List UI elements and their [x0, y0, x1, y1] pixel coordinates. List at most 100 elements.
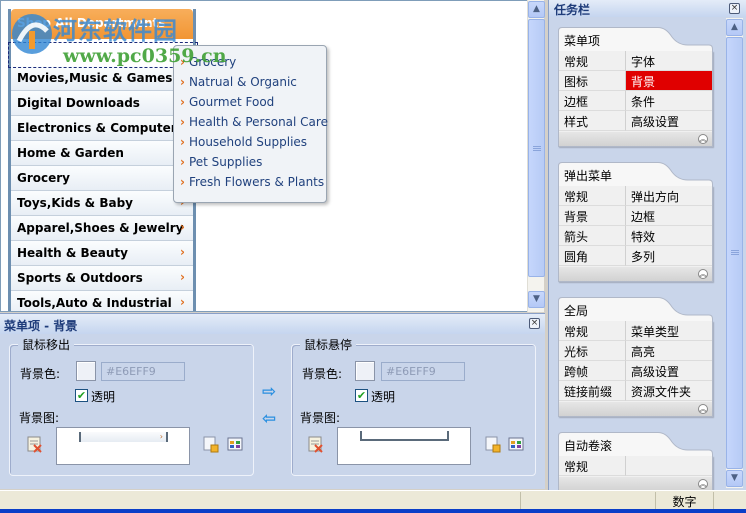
menu-item[interactable]: Tools,Auto & Industrial › — [11, 291, 193, 311]
popup-item[interactable]: › Pet Supplies — [180, 155, 262, 175]
open-image-icon[interactable] — [202, 435, 220, 453]
task-card-item[interactable]: 链接前缀 — [559, 381, 626, 401]
task-card-item[interactable]: 箭头 — [559, 226, 626, 246]
collapse-icon[interactable]: ︽ — [698, 134, 708, 144]
collapse-icon[interactable]: ︽ — [698, 269, 708, 279]
color-swatch-button[interactable] — [76, 361, 96, 381]
task-card-item[interactable]: 背景 — [626, 71, 712, 91]
task-card-item[interactable]: 边框 — [559, 91, 626, 111]
menu-item[interactable]: Sports & Outdoors › — [11, 266, 193, 291]
task-card-item[interactable]: 特效 — [626, 226, 712, 246]
popup-item[interactable]: › Health & Personal Care — [180, 115, 328, 135]
menu-item[interactable]: Digital Downloads › — [11, 91, 193, 116]
task-card-item[interactable]: 常规 — [559, 321, 626, 341]
task-card-item[interactable]: 高亮 — [626, 341, 712, 361]
menu-item[interactable]: Apparel,Shoes & Jewelry › — [11, 216, 193, 241]
chevron-right-icon: › — [180, 270, 185, 284]
hex-color-field[interactable]: #E6EFF9 — [381, 362, 465, 381]
status-pane — [520, 492, 655, 509]
menu-item[interactable]: Grocery › — [11, 166, 193, 191]
collapse-icon[interactable]: ︽ — [698, 479, 708, 489]
task-card-footer: ︽ — [559, 267, 712, 281]
task-card-item[interactable]: 背景 — [559, 206, 626, 226]
task-card-title[interactable]: 菜单项 — [564, 32, 600, 49]
bg-image-preview: › — [56, 427, 190, 465]
menu-item[interactable]: Toys,Kids & Baby› — [11, 191, 193, 216]
popup-item-label: Health & Personal Care — [188, 115, 328, 129]
bg-image-label: 背景图: — [300, 411, 341, 425]
hex-color-field[interactable]: #E6EFF9 — [101, 362, 185, 381]
chevron-right-icon: › — [180, 175, 185, 189]
task-pane-scrollbar[interactable]: ▲ ▼ — [726, 18, 743, 488]
task-card-item[interactable]: 条件 — [626, 91, 712, 111]
color-swatch-button[interactable] — [355, 361, 375, 381]
task-card-item[interactable]: 常规 — [559, 456, 626, 476]
menu-item[interactable]: Movies,Music & Games — [11, 66, 193, 91]
image-library-icon[interactable] — [507, 434, 525, 452]
popup-item[interactable]: › Natrual & Organic — [180, 75, 297, 95]
popup-item[interactable]: › Gourmet Food — [180, 95, 274, 115]
scroll-up-button[interactable]: ▲ — [528, 1, 545, 18]
task-card-title[interactable]: 全局 — [564, 302, 588, 319]
task-card-item[interactable]: 多列 — [626, 246, 712, 266]
open-image-icon[interactable] — [484, 435, 502, 453]
task-card-item[interactable]: 高级设置 — [626, 361, 712, 381]
scroll-up-button[interactable]: ▲ — [726, 19, 743, 36]
bg-color-label: 背景色: — [302, 367, 343, 381]
scroll-down-button[interactable]: ▼ — [726, 470, 743, 487]
scroll-thumb[interactable] — [726, 37, 743, 469]
watermark-title: 河东软件园 — [53, 17, 178, 45]
menu-item-label: Toys,Kids & Baby — [17, 196, 133, 210]
task-card-item[interactable]: 边框 — [626, 206, 712, 226]
task-pane-title: 任务栏 — [549, 0, 746, 17]
task-card-item[interactable]: 弹出方向 — [626, 186, 712, 206]
popup-item-label: Gourmet Food — [188, 95, 275, 109]
transparent-checkbox[interactable]: ✔ — [355, 389, 368, 402]
group-legend: 鼠标移出 — [18, 336, 75, 353]
task-card-item[interactable]: 常规 — [559, 51, 626, 71]
task-card-item[interactable]: 资源文件夹 — [626, 381, 712, 401]
task-card-item[interactable]: 光标 — [559, 341, 626, 361]
close-icon[interactable]: × — [729, 3, 740, 14]
menu-item-label: Grocery — [17, 171, 71, 185]
task-card-item[interactable]: 图标 — [559, 71, 626, 91]
task-card-item[interactable]: 样式 — [559, 111, 626, 131]
properties-panel: 菜单项 - 背景 × 鼠标移出 背景色: #E6EFF9 ✔ 透明 背景图: ›… — [0, 313, 545, 489]
transparent-checkbox[interactable]: ✔ — [75, 389, 88, 402]
collapse-icon[interactable]: ︽ — [698, 404, 708, 414]
clear-image-icon[interactable] — [26, 435, 44, 453]
clear-image-icon[interactable] — [307, 435, 325, 453]
task-card-item[interactable]: 菜单类型 — [626, 321, 712, 341]
properties-title: 菜单项 - 背景 — [0, 314, 545, 334]
chevron-right-icon: › — [180, 220, 185, 234]
copy-to-out-arrow-icon[interactable]: ⇦ — [262, 409, 276, 429]
scroll-down-button[interactable]: ▼ — [528, 291, 545, 308]
popup-item[interactable]: › Household Supplies — [180, 135, 307, 155]
task-card-footer: ︽ — [559, 477, 712, 491]
watermark-url: www.pc0359.cn — [63, 45, 227, 67]
popup-item-label: Pet Supplies — [188, 155, 263, 169]
task-card-item[interactable]: 常规 — [559, 186, 626, 206]
scroll-thumb[interactable] — [528, 19, 545, 277]
task-card-title[interactable]: 弹出菜单 — [564, 167, 612, 184]
task-card-item[interactable]: 圆角 — [559, 246, 626, 266]
copy-to-hover-arrow-icon[interactable]: ⇨ — [262, 382, 276, 402]
transparent-label: 透明 — [91, 390, 116, 404]
task-card-item[interactable]: 字体 — [626, 51, 712, 71]
resize-grip[interactable] — [713, 492, 746, 509]
task-card-title[interactable]: 自动卷滚 — [564, 437, 612, 454]
chevron-right-icon: › — [180, 155, 185, 169]
preview-scrollbar[interactable]: ▲ ▼ — [527, 0, 545, 312]
popup-item-label: Natrual & Organic — [188, 75, 297, 89]
popup-item[interactable]: › Fresh Flowers & Plants — [180, 175, 324, 195]
close-icon[interactable]: × — [529, 318, 540, 329]
task-card-footer: ︽ — [559, 402, 712, 416]
chevron-right-icon: › — [180, 95, 185, 109]
window-frame-bottom — [0, 509, 746, 513]
menu-item[interactable]: Electronics & Computers› — [11, 116, 193, 141]
task-card-item[interactable]: 跨帧 — [559, 361, 626, 381]
menu-item[interactable]: Home & Garden › — [11, 141, 193, 166]
image-library-icon[interactable] — [226, 434, 244, 452]
task-card-item[interactable]: 高级设置 — [626, 111, 712, 131]
menu-item[interactable]: Health & Beauty › — [11, 241, 193, 266]
